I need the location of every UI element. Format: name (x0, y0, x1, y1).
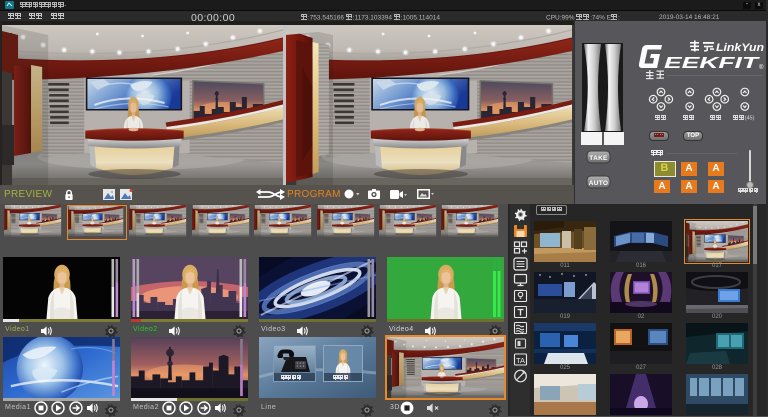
svg-text:LinkYun: LinkYun (716, 42, 764, 54)
svg-text:EEKFIT: EEKFIT (664, 55, 761, 72)
svg-text:AUTO: AUTO (589, 180, 609, 187)
svg-text:®: ® (759, 64, 764, 71)
svg-text:TA: TA (516, 356, 525, 365)
svg-text:TAKE: TAKE (589, 155, 608, 162)
